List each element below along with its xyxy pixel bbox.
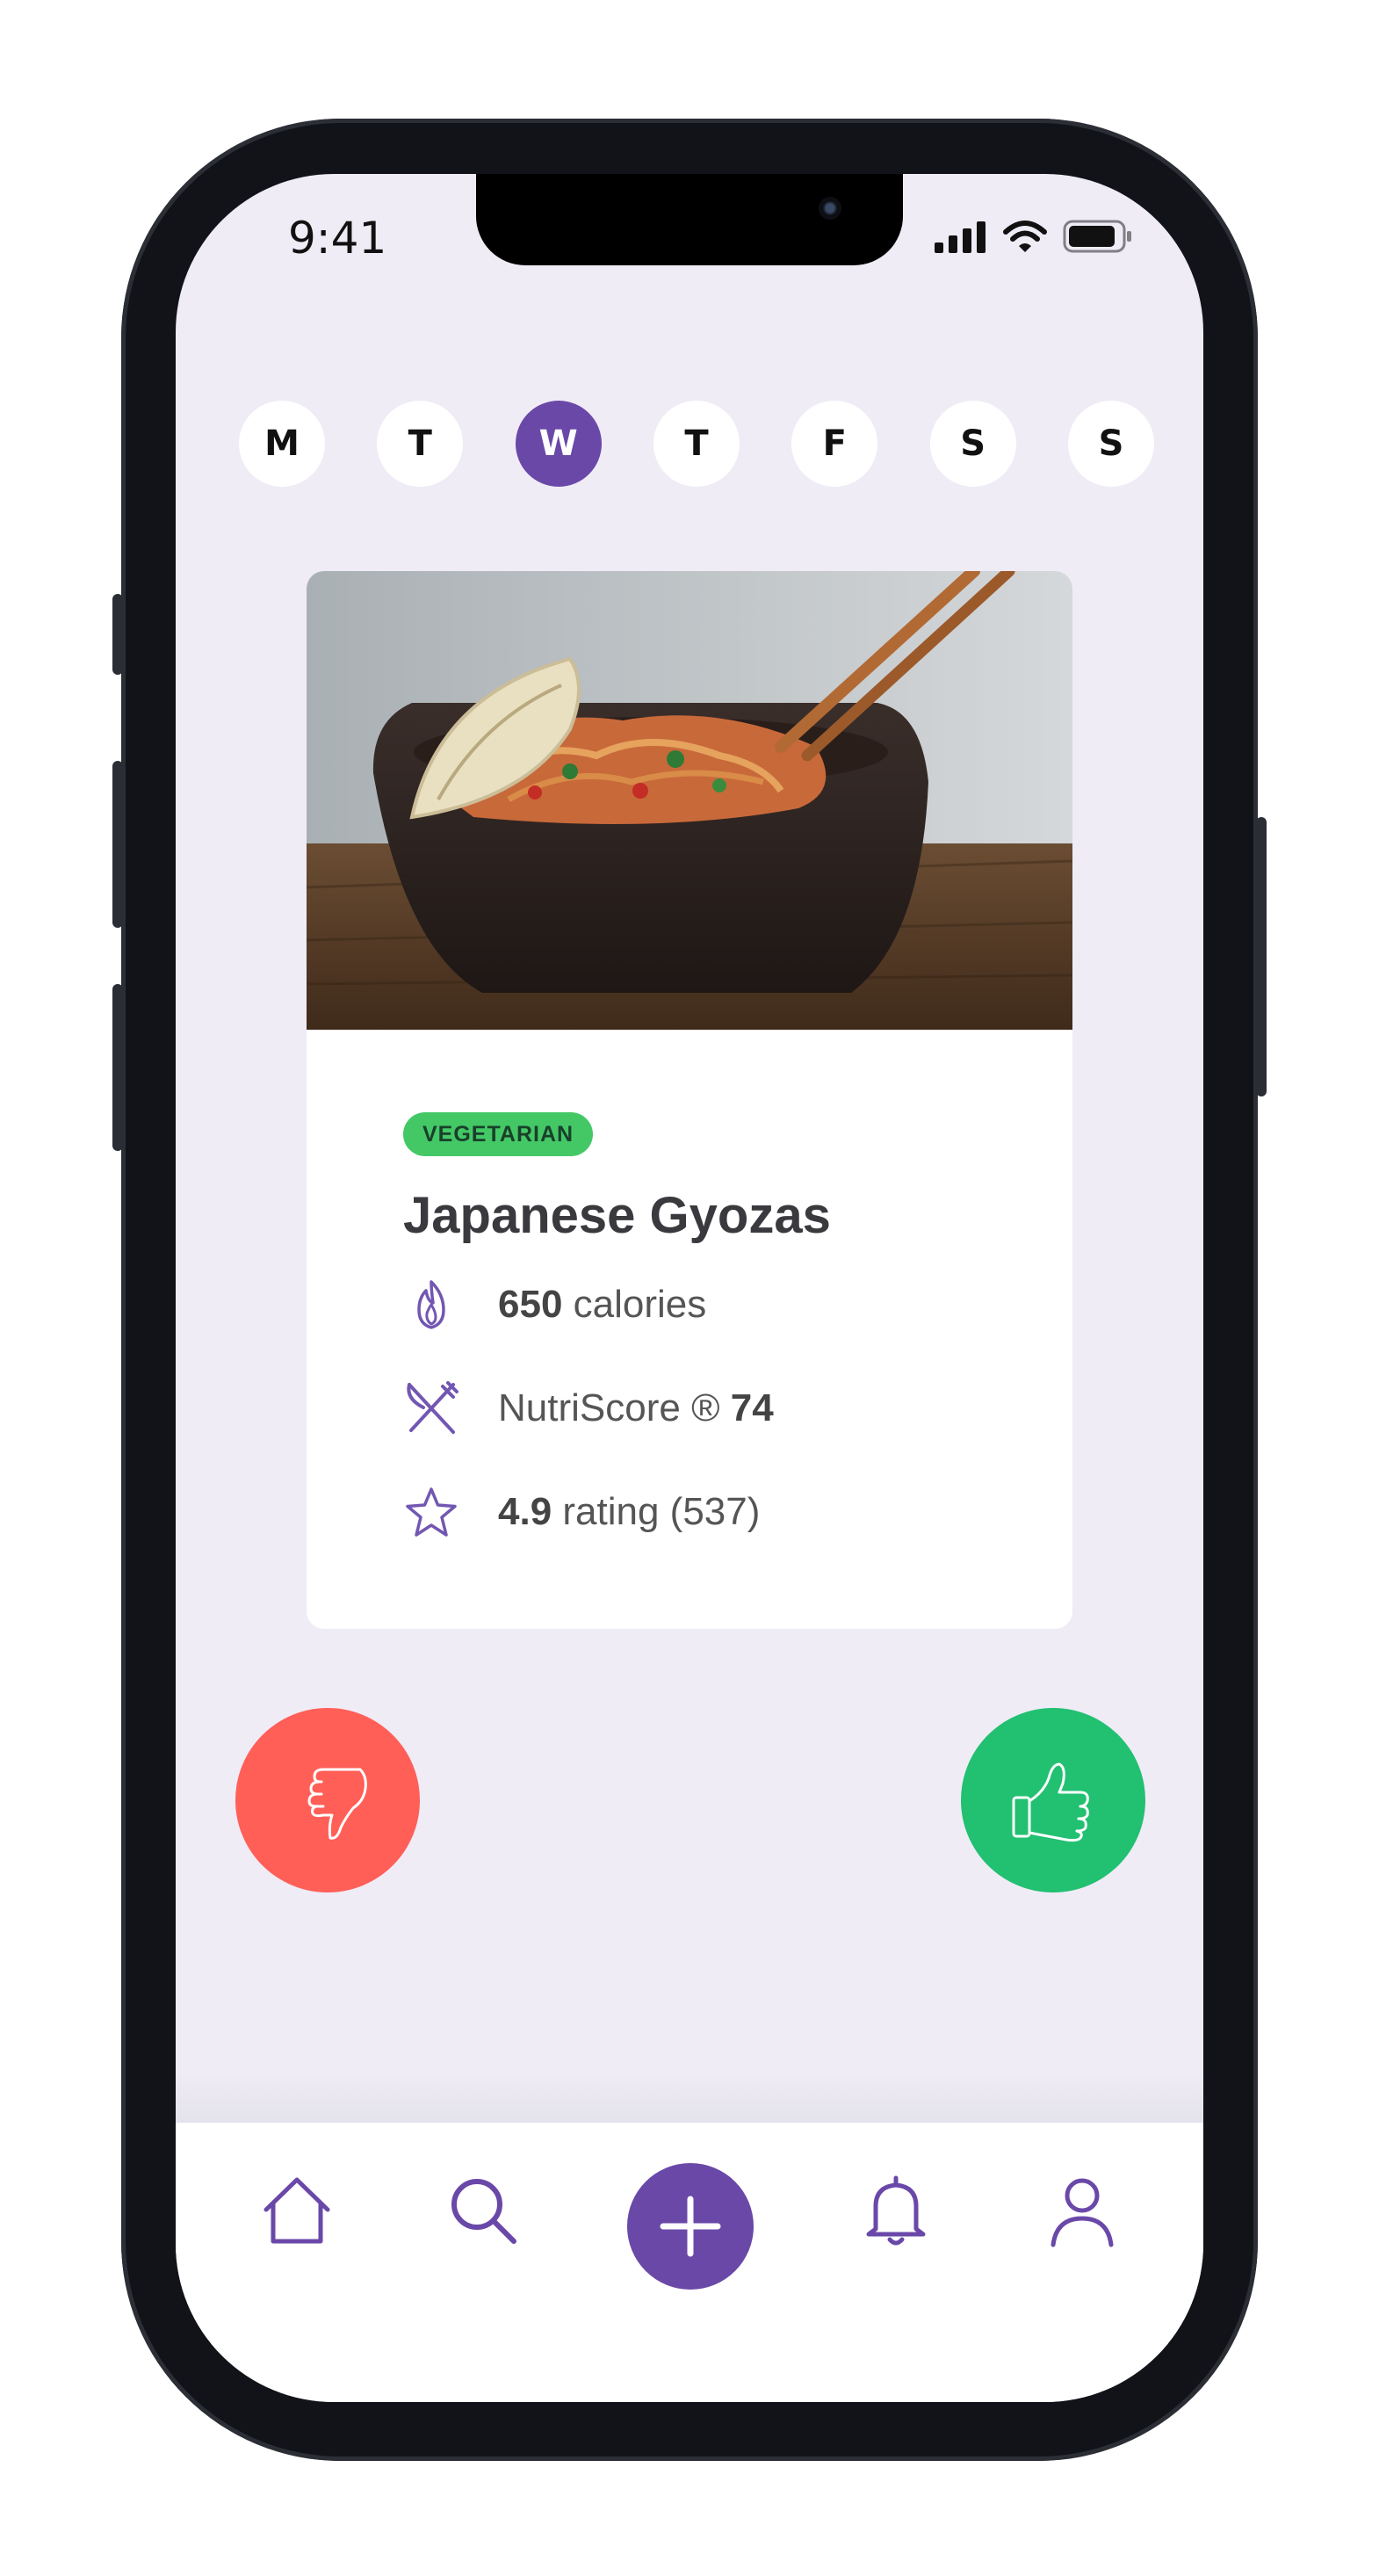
front-camera bbox=[819, 197, 841, 220]
signal-icon bbox=[935, 221, 986, 253]
day-sunday[interactable]: S bbox=[1067, 401, 1154, 487]
side-button-power bbox=[1256, 817, 1267, 1096]
rating-text: 4.9 rating (537) bbox=[498, 1490, 760, 1534]
nav-shadow bbox=[176, 2072, 1203, 2124]
battery-icon bbox=[1063, 220, 1131, 253]
bell-icon bbox=[866, 2175, 926, 2246]
day-thursday[interactable]: T bbox=[653, 401, 740, 487]
calories-label: calories bbox=[562, 1283, 707, 1326]
recipe-photo bbox=[307, 571, 1072, 1030]
calories-row: 650 calories bbox=[403, 1274, 706, 1335]
nav-notifications[interactable] bbox=[852, 2167, 940, 2254]
calories-text: 650 calories bbox=[498, 1283, 706, 1327]
nutriscore-value: 74 bbox=[730, 1386, 774, 1429]
dislike-button[interactable] bbox=[235, 1708, 420, 1892]
bottom-nav bbox=[176, 2123, 1203, 2402]
side-button-silent bbox=[112, 594, 123, 675]
wifi-icon bbox=[1003, 221, 1047, 252]
nav-search[interactable] bbox=[439, 2167, 527, 2254]
day-selector: M T W T F S S bbox=[239, 401, 1154, 487]
add-button[interactable] bbox=[627, 2163, 754, 2290]
day-wednesday[interactable]: W bbox=[515, 401, 602, 487]
app-screen: 9:41 M T W T F S S VEGETARIAN Japanese G… bbox=[176, 174, 1203, 2402]
nav-profile[interactable] bbox=[1038, 2167, 1126, 2254]
star-icon bbox=[403, 1484, 459, 1540]
nutriscore-label: NutriScore ® bbox=[498, 1386, 731, 1429]
utensils-icon bbox=[403, 1380, 459, 1436]
day-tuesday[interactable]: T bbox=[377, 401, 464, 487]
day-saturday[interactable]: S bbox=[929, 401, 1016, 487]
day-monday[interactable]: M bbox=[239, 401, 325, 487]
status-time: 9:41 bbox=[288, 213, 387, 264]
user-icon bbox=[1050, 2178, 1114, 2247]
flame-icon bbox=[403, 1277, 459, 1333]
diet-badge: VEGETARIAN bbox=[403, 1112, 594, 1156]
thumbs-up-icon bbox=[1012, 1762, 1089, 1842]
side-button-volume-down bbox=[112, 984, 123, 1151]
rating-value: 4.9 bbox=[498, 1490, 552, 1533]
calories-value: 650 bbox=[498, 1283, 563, 1326]
side-button-volume-up bbox=[112, 761, 123, 928]
rating-row: 4.9 rating (537) bbox=[403, 1481, 760, 1543]
nav-home[interactable] bbox=[253, 2167, 341, 2254]
nutriscore-row: NutriScore ® 74 bbox=[403, 1378, 774, 1439]
thumbs-down-icon bbox=[307, 1768, 367, 1840]
rating-label: rating (537) bbox=[552, 1490, 761, 1533]
search-icon bbox=[451, 2179, 516, 2244]
like-button[interactable] bbox=[961, 1708, 1145, 1892]
day-friday[interactable]: F bbox=[791, 401, 878, 487]
recipe-title: Japanese Gyozas bbox=[403, 1187, 831, 1244]
home-icon bbox=[264, 2177, 330, 2244]
plus-icon bbox=[660, 2196, 721, 2257]
notch bbox=[476, 174, 903, 265]
recipe-card[interactable]: VEGETARIAN Japanese Gyozas 650 calories bbox=[307, 571, 1072, 1629]
nutriscore-text: NutriScore ® 74 bbox=[498, 1386, 774, 1430]
status-icons bbox=[935, 220, 1133, 253]
